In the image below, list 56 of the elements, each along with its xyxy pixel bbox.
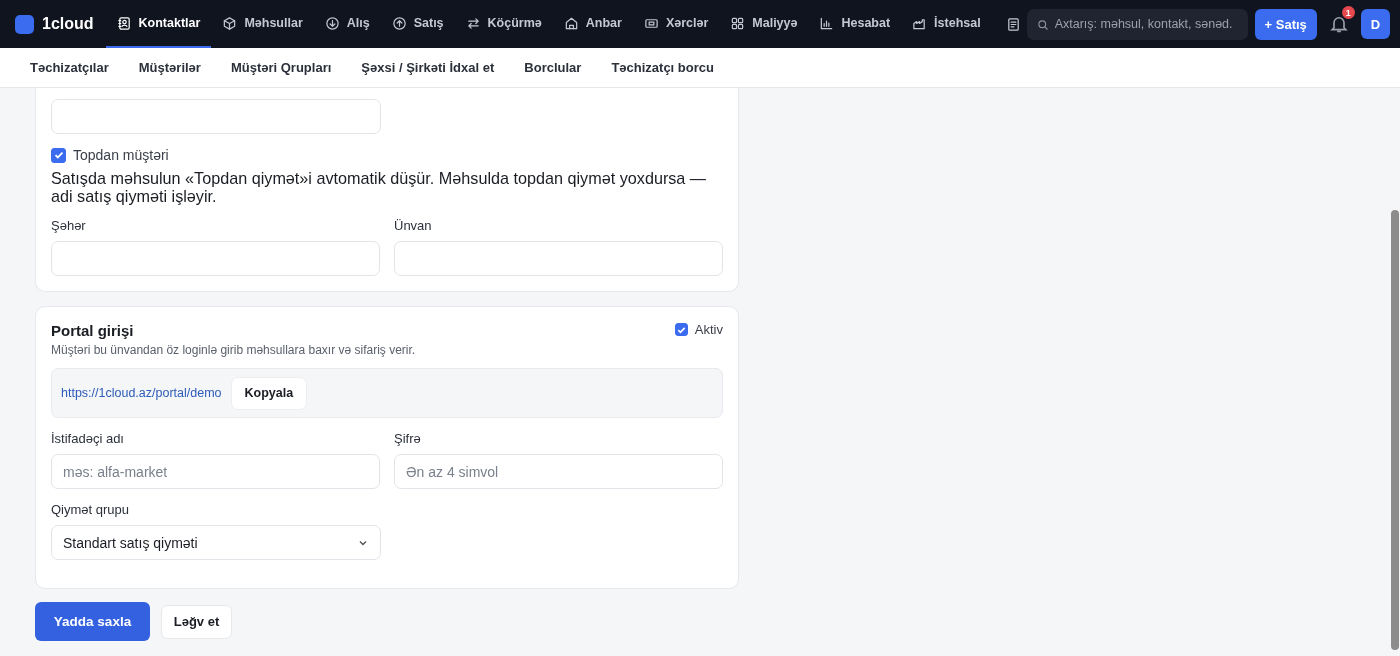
box-icon [222,15,238,31]
checkbox[interactable] [674,323,688,336]
field-label: Qiymət qrupu [51,502,131,517]
subnav-link[interactable]: Müştərilər [123,60,216,75]
save-button[interactable]: Yadda saxla [35,602,150,641]
subnav-link[interactable]: Müştəri Qrupları [215,60,347,75]
input-field[interactable] [394,241,723,276]
swap-arrows-icon [465,15,481,31]
input-field[interactable] [51,241,380,276]
document-icon[interactable] [1005,16,1021,32]
select-field[interactable]: Standart satış qiyməti [51,525,381,560]
notification-badge: 1 [1341,6,1355,19]
checkbox-label: Aktiv [694,322,723,337]
subnav-link[interactable]: Şəxsi / Şirkəti İdxal et [346,60,510,75]
input-field[interactable]: məs: alfa-market [51,454,380,489]
input-field[interactable] [51,99,381,134]
field-label: Şifrə [394,431,422,446]
nav-tab[interactable]: Məhsullar [211,0,314,48]
subnav-link[interactable]: Təchizatçı borcu [596,60,729,75]
section-description: Müştəri bu ünvandan öz loginlə girib məhsullara baxır və sifariş verir. [51,343,416,357]
nav-tab[interactable]: Maliyyə [719,0,809,48]
download-icon [324,15,340,31]
search-icon [1036,18,1049,31]
grid-icon [730,15,746,31]
field-label: Şəhər [51,218,87,233]
bar-chart-icon [819,15,835,31]
copy-button[interactable]: Kopyala [230,376,308,410]
field-label: İstifadəçi adı [51,431,125,446]
nav-tab[interactable]: Alış [313,0,381,48]
nav-tab[interactable]: Anbar [552,0,633,48]
nav-tab[interactable]: Xərclər [632,0,720,48]
nav-tab[interactable]: Satış [380,0,455,48]
scrollbar[interactable] [1391,210,1399,650]
upload-icon [391,15,407,31]
warehouse-icon [563,15,579,31]
checkbox[interactable] [51,147,66,163]
nav-tab[interactable]: Hesabat [808,0,902,48]
wholesale-note: Satışda məhsulun «Topdan qiymət»i avtomatik düşür. Məhsulda topdan qiymət yoxdursa — adi satış qiyməti işləyir. [51,169,708,205]
bell-icon[interactable] [1328,14,1349,34]
checkbox-label: Topdan müştəri [73,147,169,163]
search-field[interactable]: Axtarış: məhsul, kontakt, sənəd. [1026,8,1248,40]
cancel-button[interactable]: Ləğv et [161,604,232,639]
portal-link[interactable]: https://1cloud.az/portal/demo [61,386,222,400]
subnav-link[interactable]: Təchizatçılar [15,60,124,75]
field-label: Ünvan [394,218,433,233]
subnav-link[interactable]: Borclular [509,60,597,75]
nav-tab[interactable]: İstehsal [901,0,992,48]
section-title: Portal girişi [51,322,135,339]
logo-icon [15,14,34,34]
nav-tab[interactable]: Köçürmə [454,0,553,48]
checkmark-icon [52,149,65,161]
input-field[interactable]: Ən az 4 simvol [394,454,723,489]
logo-text: 1cloud [42,15,94,33]
avatar-button[interactable]: D [1360,9,1390,39]
contacts-icon [116,15,132,31]
new-sale-button[interactable]: + Satış [1254,8,1317,40]
